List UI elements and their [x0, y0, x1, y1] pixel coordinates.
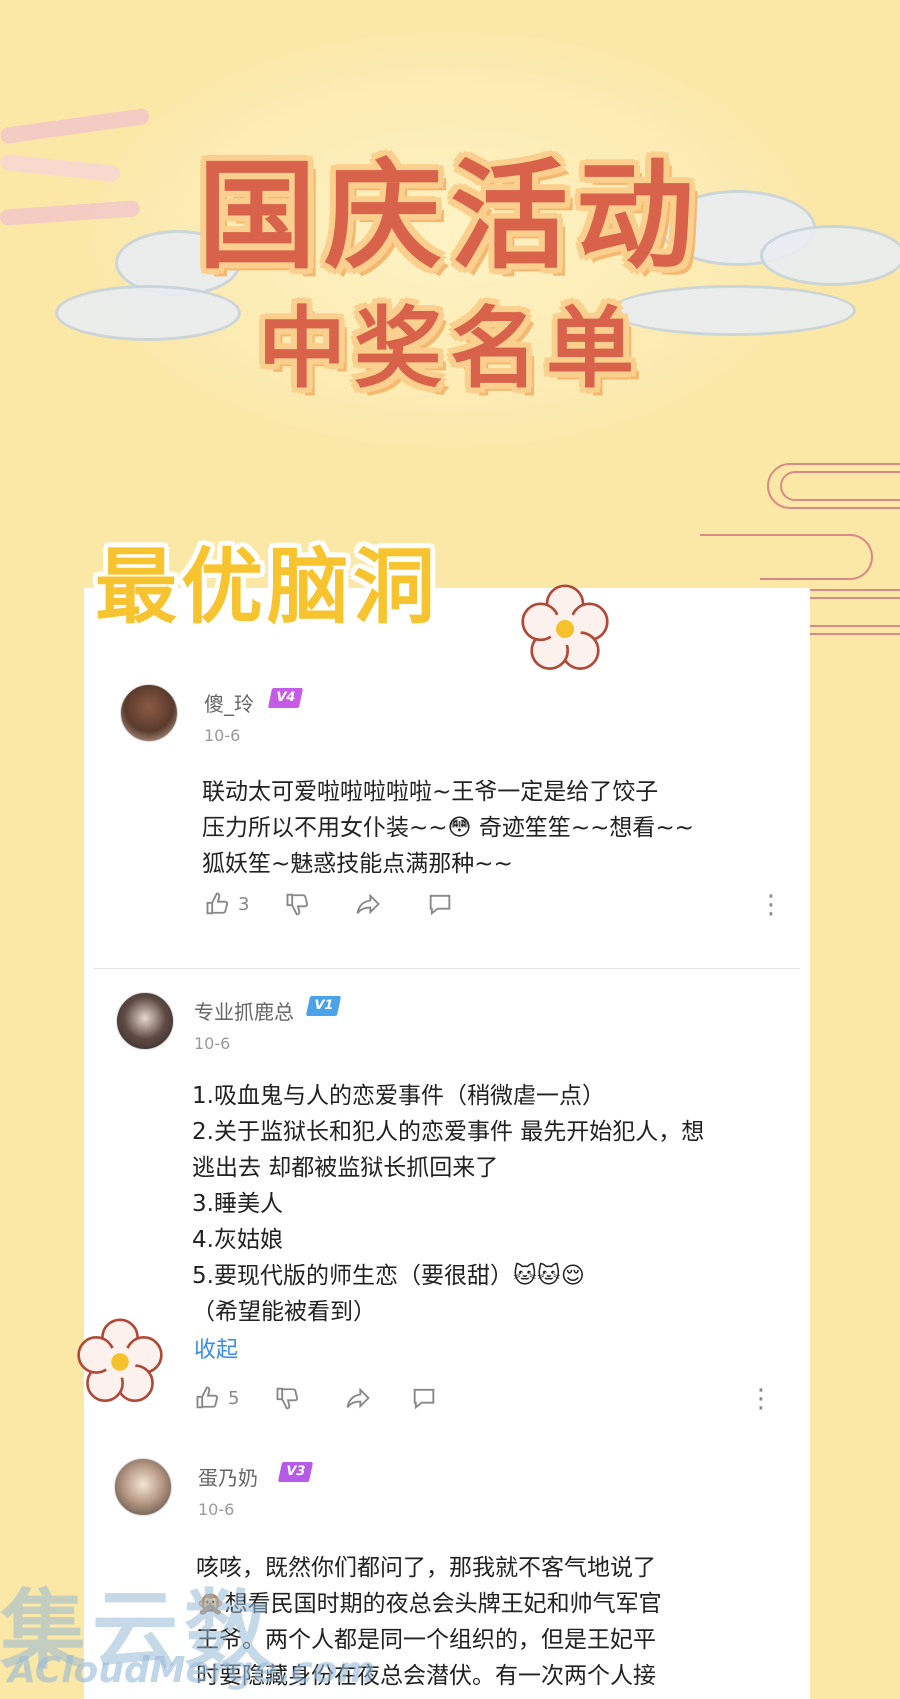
comment-actions: 5	[194, 1384, 794, 1424]
username[interactable]: 傻_玲	[204, 688, 254, 717]
watermark-url: ACloudMerge.com	[8, 1650, 376, 1691]
comment-line: 逃出去 却都被监狱长抓回来了	[192, 1155, 499, 1181]
reply-button[interactable]	[410, 1384, 438, 1412]
dislike-button[interactable]	[284, 890, 312, 918]
like-button[interactable]: 3	[204, 890, 249, 918]
avatar[interactable]	[116, 992, 174, 1050]
comment-line: 1.吸血鬼与人的恋爱事件（稍微虐一点）	[192, 1083, 605, 1109]
banner-title: 国庆活动	[197, 147, 702, 285]
comment-date: 10-6	[194, 1034, 231, 1053]
comment-icon	[413, 1388, 435, 1410]
reply-button[interactable]	[426, 890, 454, 918]
comment-line: （希望能被看到）	[192, 1299, 376, 1325]
comment-line: 3.睡美人	[192, 1191, 283, 1217]
comment-date: 10-6	[204, 726, 241, 745]
thumb-up-icon	[196, 1386, 219, 1409]
dislike-button[interactable]	[274, 1384, 302, 1412]
comment-line: 压力所以不用女仆装~~😳 奇迹笙笙~~想看~~	[202, 815, 694, 841]
username[interactable]: 蛋乃奶	[198, 1462, 258, 1491]
banner-subtitle: 中奖名单	[257, 297, 642, 400]
comment-line: 联动太可爱啦啦啦啦啦~王爷一定是给了饺子	[202, 779, 659, 805]
comment-line: 咳咳，既然你们都问了，那我就不客气地说了	[196, 1555, 656, 1581]
level-badge: V1	[305, 996, 342, 1016]
comment-text: 1.吸血鬼与人的恋爱事件（稍微虐一点） 2.关于监狱长和犯人的恋爱事件 最先开始…	[192, 1078, 772, 1330]
collapse-link[interactable]: 收起	[194, 1332, 238, 1364]
more-icon[interactable]: ⋮	[748, 1386, 774, 1412]
like-count: 3	[238, 893, 250, 915]
thumb-down-icon	[276, 1387, 299, 1410]
share-icon	[346, 1387, 370, 1409]
avatar[interactable]	[120, 684, 178, 742]
thumb-down-icon	[286, 893, 309, 916]
share-button[interactable]	[354, 890, 382, 918]
level-badge: V4	[267, 688, 304, 708]
share-icon	[356, 893, 380, 915]
comment-line: 4.灰姑娘	[192, 1227, 283, 1253]
flower-icon	[77, 1318, 163, 1403]
thumb-up-icon	[206, 892, 229, 915]
comment-actions: 3	[204, 890, 804, 930]
section-title: 最优脑洞	[95, 540, 440, 635]
username[interactable]: 专业抓鹿总	[194, 996, 294, 1025]
comment-line: 2.关于监狱长和犯人的恋爱事件 最先开始犯人，想	[192, 1119, 705, 1145]
comment-icon	[429, 894, 451, 916]
flower-icon	[521, 584, 609, 670]
level-badge: V3	[277, 1462, 314, 1482]
comment-line: 🙊想看民国时期的夜总会头牌王妃和帅气军官	[196, 1591, 662, 1617]
share-button[interactable]	[344, 1384, 372, 1412]
comment-line: 5.要现代版的师生恋（要很甜）🐱🐱😌	[192, 1263, 585, 1289]
more-icon[interactable]: ⋮	[758, 892, 784, 918]
comment-card: 傻_玲 V4 10-6 联动太可爱啦啦啦啦啦~王爷一定是给了饺子 压力所以不用女…	[84, 588, 810, 1699]
comment-line: 狐妖笙~魅惑技能点满那种~~	[202, 851, 513, 877]
avatar[interactable]	[114, 1458, 172, 1516]
comment-date: 10-6	[198, 1500, 235, 1519]
comment-text: 联动太可爱啦啦啦啦啦~王爷一定是给了饺子 压力所以不用女仆装~~😳 奇迹笙笙~~…	[202, 774, 742, 882]
like-count: 5	[228, 1387, 240, 1409]
like-button[interactable]: 5	[194, 1384, 239, 1412]
divider	[94, 968, 800, 969]
